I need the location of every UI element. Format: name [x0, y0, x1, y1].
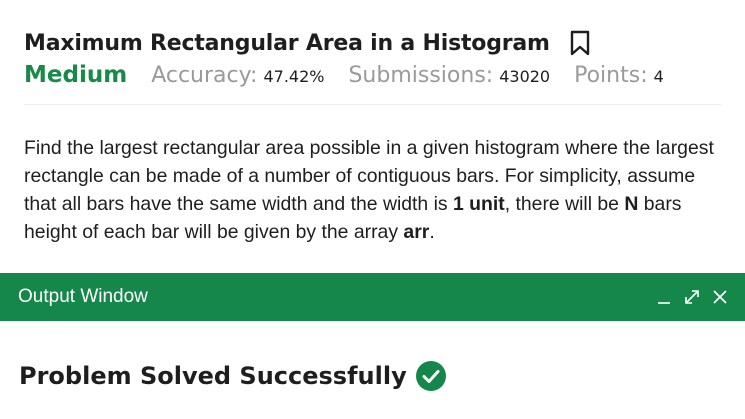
- problem-description: Find the largest rectangular area possib…: [24, 134, 724, 246]
- accuracy-label: Accuracy:: [151, 63, 258, 88]
- description-bold: arr: [403, 221, 430, 243]
- bookmark-icon[interactable]: [570, 29, 592, 57]
- description-bold: 1 unit: [453, 193, 505, 215]
- problem-meta: Medium Accuracy: 47.42% Submissions: 430…: [24, 62, 688, 94]
- minimize-icon[interactable]: [653, 286, 675, 308]
- description-bold: N: [624, 193, 639, 215]
- close-icon[interactable]: [709, 286, 731, 308]
- submissions-label: Submissions:: [348, 63, 494, 88]
- output-window-title: Output Window: [18, 286, 148, 307]
- points-label: Points:: [574, 63, 648, 88]
- points-value: 4: [653, 67, 664, 86]
- description-text: .: [429, 221, 435, 243]
- divider: [24, 104, 721, 105]
- accuracy-value: 47.42%: [263, 67, 325, 86]
- window-controls: [647, 273, 731, 321]
- check-circle-icon: [415, 360, 447, 392]
- expand-icon[interactable]: [681, 286, 703, 308]
- output-window-header: Output Window: [0, 273, 745, 321]
- result-status: Problem Solved Successfully: [19, 360, 447, 392]
- description-text: , there will be: [504, 193, 625, 215]
- submissions-value: 43020: [499, 67, 551, 86]
- problem-panel: Maximum Rectangular Area in a Histogram …: [0, 0, 745, 272]
- title-row: Maximum Rectangular Area in a Histogram: [24, 26, 592, 60]
- problem-title: Maximum Rectangular Area in a Histogram: [24, 30, 550, 56]
- difficulty-badge: Medium: [24, 62, 128, 88]
- result-message: Problem Solved Successfully: [19, 362, 407, 390]
